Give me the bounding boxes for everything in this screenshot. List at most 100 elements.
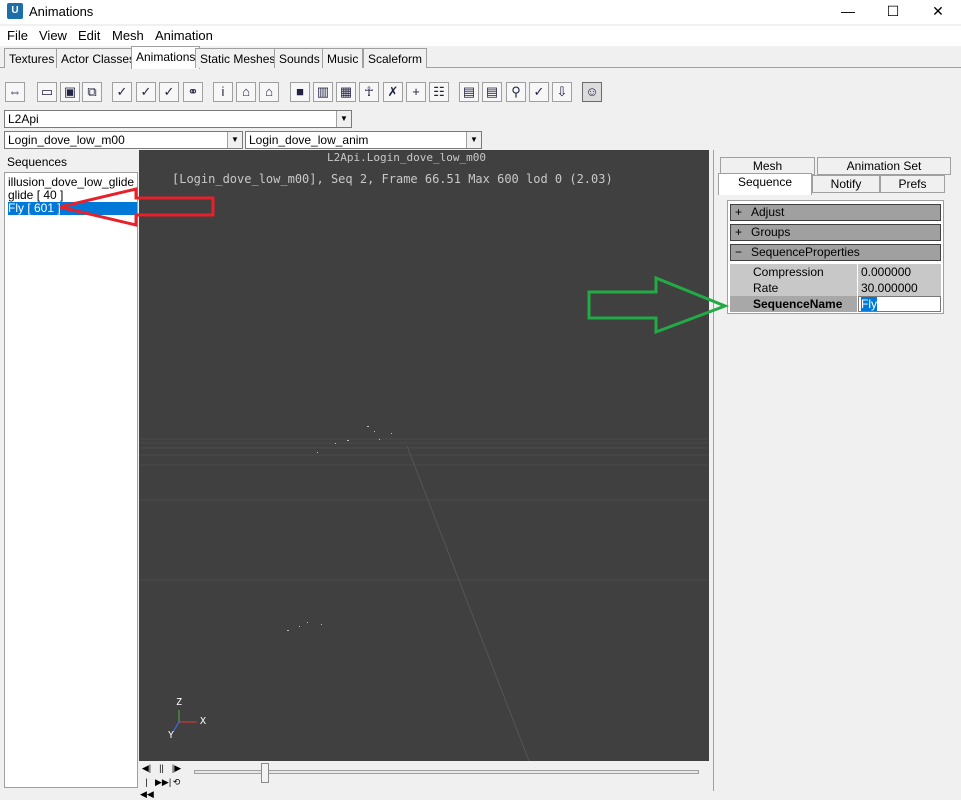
grid-icon[interactable]: ▦	[336, 82, 356, 102]
frames-icon[interactable]: ▥	[313, 82, 333, 102]
house-a-icon[interactable]: ⌂	[236, 82, 256, 102]
prop-b-icon[interactable]: ✓	[136, 82, 156, 102]
axis-label-y: Y	[168, 730, 175, 741]
selected-text: Fly	[861, 297, 877, 311]
figure-icon[interactable]: ☥	[359, 82, 379, 102]
package-combo-value: L2Api	[8, 112, 39, 126]
tab-animations[interactable]: Animations	[131, 46, 201, 69]
info-icon[interactable]: i	[213, 82, 233, 102]
open-folder-icon[interactable]: ▭	[37, 82, 57, 102]
dove-particles	[287, 426, 392, 631]
sequence-name-input[interactable]: Fly	[858, 296, 941, 312]
menu-edit[interactable]: Edit	[78, 28, 100, 43]
stack-a-icon[interactable]: ▤	[459, 82, 479, 102]
menu-view[interactable]: View	[39, 28, 67, 43]
property-name: Rate	[730, 280, 857, 296]
stack-b-icon[interactable]: ▤	[482, 82, 502, 102]
property-grid: + Adjust + Groups − SequenceProperties C…	[727, 200, 944, 314]
cube-icon[interactable]: ■	[290, 82, 310, 102]
prop-a-icon[interactable]: ✓	[112, 82, 132, 102]
tab-sequence[interactable]: Sequence	[718, 173, 812, 195]
animation-toolbar: ⇔ ▭ ▣ ⧉ ✓ ✓ ✓ ⚭ i ⌂ ⌂ ■ ▥ ▦ ☥ ✗ + ☷ ▤ ▤ …	[0, 80, 961, 106]
category-sequence-properties[interactable]: − SequenceProperties	[730, 244, 941, 261]
sequence-item[interactable]: illusion_dove_low_glide [ 40 ]	[8, 176, 137, 189]
house-b-icon[interactable]: ⌂	[259, 82, 279, 102]
axis-label-z: Z	[176, 697, 183, 708]
3d-viewport[interactable]: L2Api.Login_dove_low_m00 [Login_dove_low…	[139, 150, 709, 761]
bone-icon[interactable]: ✗	[383, 82, 403, 102]
import-icon[interactable]: ⇔	[5, 82, 25, 102]
tab-actor-classes[interactable]: Actor Classes	[56, 48, 141, 68]
link-icon[interactable]: ⚭	[183, 82, 203, 102]
download-icon[interactable]: ⇩	[552, 82, 572, 102]
rewind-button[interactable]: |◀◀	[140, 776, 154, 799]
title-bar: U Animations — ☐ ✕	[0, 0, 961, 24]
sequences-list[interactable]: illusion_dove_low_glide [ 40 ] glide [ 4…	[4, 172, 138, 788]
skeleton-icon[interactable]: ☷	[429, 82, 449, 102]
step-forward-button[interactable]: |▶	[170, 762, 183, 774]
property-name: SequenceName	[730, 296, 857, 312]
menu-mesh[interactable]: Mesh	[112, 28, 144, 43]
menu-bar: File View Edit Mesh Animation	[0, 26, 961, 46]
chevron-down-icon: ▼	[227, 132, 242, 148]
anim-combo-value: Login_dove_low_anim	[249, 133, 369, 147]
playback-bar: ◀| || |▶ |◀◀ ▶▶| ⟲	[139, 761, 709, 799]
collapse-icon: −	[735, 245, 743, 259]
unreal-app-icon: U	[7, 3, 23, 19]
tab-textures[interactable]: Textures	[4, 48, 60, 68]
notify-icon[interactable]: ✓	[529, 82, 549, 102]
mesh-combo-value: Login_dove_low_m00	[8, 133, 125, 147]
tab-music[interactable]: Music	[322, 48, 364, 68]
tab-static-meshes[interactable]: Static Meshes	[195, 48, 281, 68]
browser-tabs: Textures Actor Classes Animations Static…	[0, 46, 961, 69]
timeline-slider-track[interactable]	[194, 770, 699, 774]
category-adjust[interactable]: + Adjust	[730, 204, 941, 221]
fast-forward-button[interactable]: ▶▶|	[155, 776, 171, 788]
property-row-sequence-name[interactable]: SequenceName Fly	[730, 296, 941, 312]
maximize-button[interactable]: ☐	[871, 0, 915, 24]
pause-button[interactable]: ||	[155, 762, 168, 774]
axis-label-x: X	[200, 716, 207, 727]
mesh-combo[interactable]: Login_dove_low_m00 ▼	[4, 131, 243, 149]
plus-marker-icon[interactable]: +	[406, 82, 426, 102]
minimize-button[interactable]: —	[826, 0, 870, 24]
tab-scaleform[interactable]: Scaleform	[363, 48, 428, 68]
save-icon[interactable]: ▣	[60, 82, 80, 102]
property-value[interactable]: 0.000000	[858, 264, 941, 280]
ground-grid	[139, 438, 709, 581]
viewer-icon[interactable]: ☺	[582, 82, 602, 102]
prop-c-icon[interactable]: ✓	[159, 82, 179, 102]
chevron-down-icon: ▼	[336, 111, 351, 127]
tab-animation-set[interactable]: Animation Set	[817, 157, 951, 175]
sequence-item-selected[interactable]: Fly [ 601 ]	[8, 202, 137, 215]
property-name: Compression	[730, 264, 857, 280]
sequences-label: Sequences	[7, 155, 68, 169]
menu-file[interactable]: File	[7, 28, 28, 43]
tab-sounds[interactable]: Sounds	[274, 48, 325, 68]
bones-icon[interactable]: ⚲	[506, 82, 526, 102]
property-value[interactable]: 30.000000	[858, 280, 941, 296]
package-combo[interactable]: L2Api ▼	[4, 110, 352, 128]
viewport-scene	[139, 426, 709, 761]
timeline-slider-thumb[interactable]	[260, 763, 269, 783]
close-button[interactable]: ✕	[916, 0, 960, 24]
menu-animation[interactable]: Animation	[155, 28, 213, 43]
axis-gizmo	[172, 710, 197, 733]
step-back-button[interactable]: ◀|	[140, 762, 153, 774]
expand-icon: +	[735, 205, 743, 219]
viewport-title: L2Api.Login_dove_low_m00	[327, 151, 486, 164]
copy-icon[interactable]: ⧉	[82, 82, 102, 102]
tab-notify[interactable]: Notify	[812, 175, 880, 193]
ground-axis-line	[406, 445, 530, 761]
anim-combo[interactable]: Login_dove_low_anim ▼	[245, 131, 482, 149]
category-label: Adjust	[751, 205, 785, 219]
sequence-item[interactable]: glide [ 40 ]	[8, 189, 137, 202]
loop-button[interactable]: ⟲	[170, 776, 183, 788]
category-label: Groups	[751, 225, 791, 239]
expand-icon: +	[735, 225, 743, 239]
property-row-rate[interactable]: Rate 30.000000	[730, 280, 941, 296]
category-label: SequenceProperties	[751, 245, 860, 259]
tab-prefs[interactable]: Prefs	[880, 175, 945, 193]
category-groups[interactable]: + Groups	[730, 224, 941, 241]
property-row-compression[interactable]: Compression 0.000000	[730, 264, 941, 280]
